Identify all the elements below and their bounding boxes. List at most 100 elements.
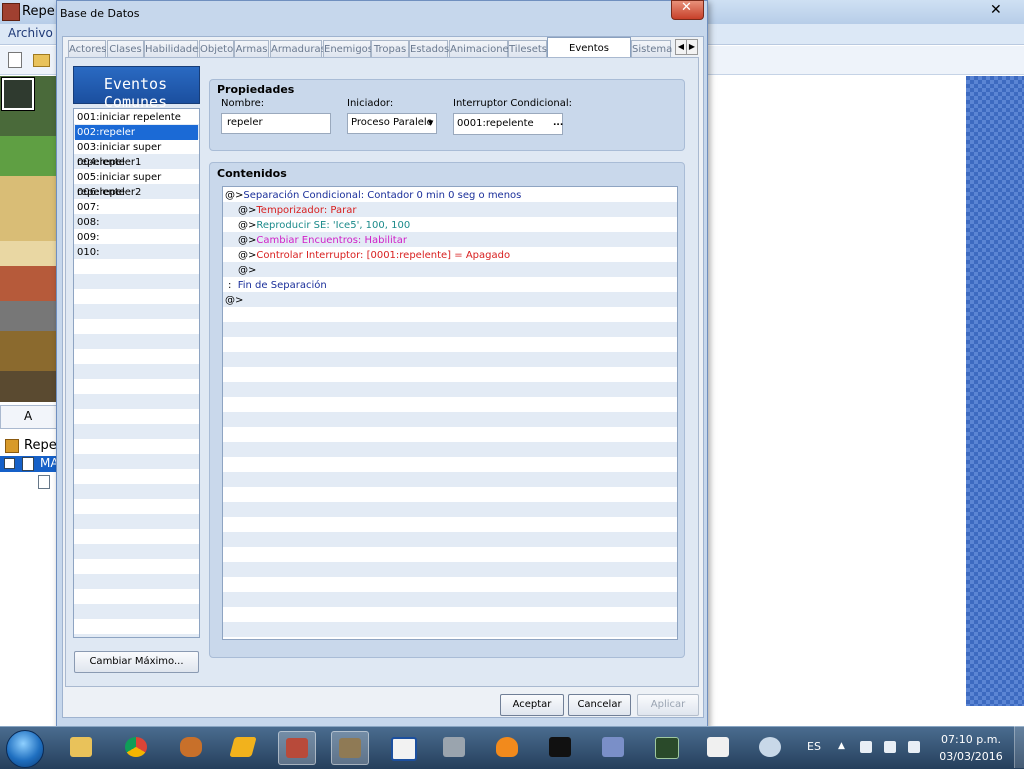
switch-field[interactable]: 0001:repelente	[453, 113, 563, 135]
terminal-icon[interactable]	[648, 731, 684, 763]
chrome-icon[interactable]	[118, 731, 154, 763]
command-row[interactable]: @>Cambiar Encuentros: Habilitar	[238, 233, 407, 248]
tab-tropas[interactable]: Tropas	[371, 40, 409, 58]
command-row[interactable]: @>	[238, 263, 256, 278]
change-max-button[interactable]: Cambiar Máximo...	[74, 651, 199, 673]
audacity-icon[interactable]	[489, 731, 525, 763]
command-text: Fin de Separación	[237, 280, 327, 291]
selected-tile[interactable]	[1, 77, 35, 111]
command-prefix: @>	[225, 190, 244, 201]
show-desktop-button[interactable]	[1014, 726, 1024, 768]
list-item[interactable]: 010:	[75, 245, 198, 260]
switch-browse-button[interactable]: ...	[553, 118, 563, 128]
gimp-icon[interactable]	[331, 731, 369, 765]
rpg-maker-icon[interactable]	[278, 731, 316, 765]
clock-time[interactable]: 07:10 p.m.	[936, 733, 1006, 746]
list-item[interactable]: 009:	[75, 230, 198, 245]
list-item-selected[interactable]: 002:repeler	[75, 125, 198, 140]
trigger-select[interactable]: Proceso Paralelo	[347, 113, 437, 134]
start-button[interactable]	[6, 730, 44, 768]
accept-button[interactable]: Aceptar	[500, 694, 564, 716]
new-file-icon[interactable]	[8, 52, 22, 68]
open-folder-icon[interactable]	[33, 54, 50, 67]
flag-icon[interactable]	[860, 741, 872, 753]
tab-actores[interactable]: Actores	[68, 40, 106, 58]
tab-enemigos[interactable]: Enemigos	[323, 40, 373, 58]
tab-objeto[interactable]: Objeto	[199, 40, 234, 58]
list-item[interactable]: 003:iniciar super repelente	[75, 140, 198, 168]
tab-tilesets[interactable]: Tilesets	[508, 40, 547, 58]
space-invader-icon[interactable]	[700, 731, 736, 763]
tab-sistema[interactable]: Sistema	[631, 40, 672, 58]
close-icon: ✕	[990, 2, 1002, 18]
tree-root-label[interactable]: Repe	[24, 438, 57, 453]
command-row[interactable]: : Fin de Separación	[228, 278, 327, 293]
close-icon: ✕	[681, 0, 692, 15]
common-events-list[interactable]: 001:iniciar repelente 002:repeler 003:in…	[73, 108, 200, 638]
language-indicator[interactable]: ES	[807, 740, 821, 753]
command-text: Cambiar Encuentros: Habilitar	[256, 235, 407, 246]
command-prefix: @>	[238, 265, 257, 276]
dialog-title: Base de Datos	[60, 7, 140, 20]
apply-button[interactable]: Aplicar	[637, 694, 699, 716]
command-row[interactable]: @>Controlar Interruptor: [0001:repelente…	[238, 248, 510, 263]
list-item[interactable]: 007:	[75, 200, 198, 215]
list-item[interactable]: 004:repeler1	[75, 155, 198, 170]
tab-clases[interactable]: Clases	[107, 40, 144, 58]
command-row[interactable]: @>Separación Condicional: Contador 0 min…	[225, 188, 521, 203]
explorer-icon[interactable]	[63, 731, 99, 763]
name-input[interactable]: repeler	[221, 113, 331, 134]
map-icon	[22, 457, 34, 471]
command-prefix: @>	[238, 250, 257, 261]
tab-scroll-right-button[interactable]: ▶	[686, 39, 698, 55]
command-prefix: @>	[225, 295, 244, 306]
map-child-icon[interactable]	[38, 475, 50, 489]
command-text: Separación Condicional: Contador 0 min 0…	[243, 190, 522, 201]
paint-icon[interactable]	[384, 731, 420, 763]
cancel-button[interactable]: Cancelar	[568, 694, 631, 716]
menu-archivo[interactable]: Archivo	[8, 26, 53, 40]
common-events-header-label: Eventos Comunes	[103, 75, 168, 111]
contents-title: Contenidos	[217, 167, 287, 180]
clock-date[interactable]: 03/03/2016	[936, 750, 1006, 763]
blackberry-icon[interactable]	[542, 731, 578, 763]
name-label: Nombre:	[221, 98, 265, 109]
command-prefix: @>	[238, 235, 257, 246]
command-text: Reproducir SE: 'Ice5', 100, 100	[256, 220, 411, 231]
command-prefix: :	[228, 280, 232, 291]
se-icon[interactable]	[436, 731, 472, 763]
command-row[interactable]: @>	[225, 293, 243, 308]
command-row[interactable]: @>Reproducir SE: 'Ice5', 100, 100	[238, 218, 410, 233]
volume-muted-icon[interactable]	[908, 741, 920, 753]
lightning-icon[interactable]	[225, 731, 261, 763]
baseball-glove-icon[interactable]	[173, 731, 209, 763]
tab-armaduras[interactable]: Armaduras	[270, 40, 326, 58]
tab-armas[interactable]: Armas	[234, 40, 269, 58]
show-hidden-icons-icon[interactable]: ▲	[838, 741, 845, 751]
trigger-label: Iniciador:	[347, 98, 394, 109]
command-row[interactable]: @>Temporizador: Parar	[238, 203, 356, 218]
command-prefix: @>	[238, 220, 257, 231]
project-icon	[5, 439, 19, 453]
tab-habilidades[interactable]: Habilidades	[144, 40, 204, 58]
network-icon[interactable]	[884, 741, 896, 753]
properties-title: Propiedades	[217, 83, 295, 96]
rpg-maker-app-icon	[2, 3, 20, 21]
background-map-area[interactable]	[706, 0, 966, 726]
list-item[interactable]: 005:iniciar super repelente	[75, 170, 198, 198]
tab-animaciones[interactable]: Animaciones	[449, 40, 514, 58]
tile-tab-a-label: A	[24, 409, 33, 423]
collapse-icon[interactable]	[4, 458, 15, 469]
tab-estados[interactable]: Estados	[409, 40, 449, 58]
gamepad-tool-icon[interactable]	[595, 731, 631, 763]
list-item[interactable]: 006:repeler2	[75, 185, 198, 200]
background-pattern	[966, 76, 1024, 706]
switch-label: Interruptor Condicional:	[453, 98, 572, 109]
tile-palette[interactable]	[0, 76, 57, 402]
command-prefix: @>	[238, 205, 257, 216]
command-text: Temporizador: Parar	[256, 205, 357, 216]
list-item[interactable]: 008:	[75, 215, 198, 230]
tab-eventos-comunes[interactable]: Eventos Comunes	[547, 37, 631, 75]
list-item[interactable]: 001:iniciar repelente	[75, 110, 198, 125]
palette-icon[interactable]	[752, 731, 788, 763]
